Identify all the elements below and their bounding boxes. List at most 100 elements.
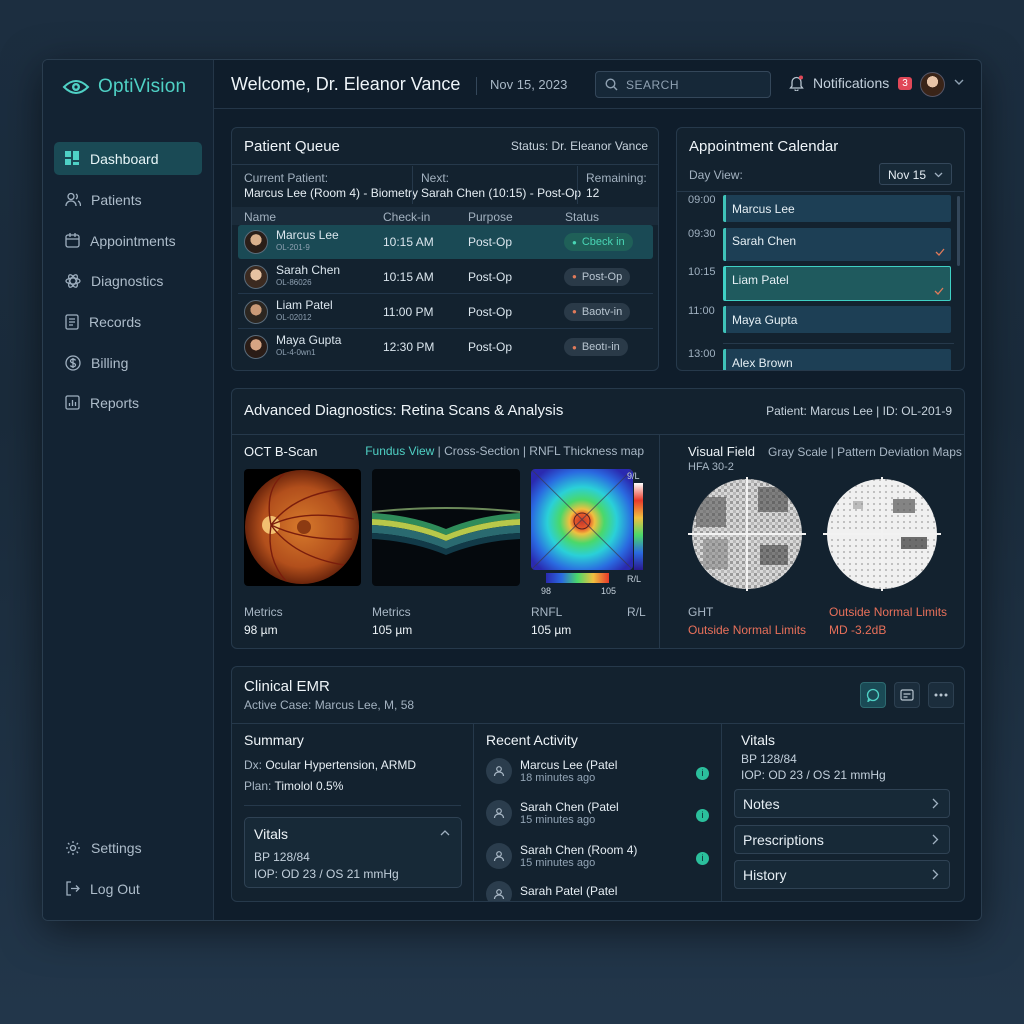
sidebar-item-label: Settings (91, 839, 142, 856)
app-logo[interactable]: OptiVision (62, 76, 186, 98)
day-select[interactable]: Nov 15 (879, 163, 952, 185)
sidebar-item-dashboard[interactable]: Dashboard (54, 142, 202, 175)
clinical-emr-panel: Clinical EMR Active Case: Marcus Lee, M,… (231, 666, 965, 902)
user-avatar[interactable] (920, 72, 945, 97)
current-patient-label: Current Patient: (244, 171, 329, 185)
colorbar-top-label: 9/L (627, 471, 640, 481)
chat-button[interactable] (860, 682, 886, 708)
purpose: Post-Op (468, 269, 513, 284)
pattern-deviation-map[interactable] (823, 477, 941, 591)
activity-item[interactable]: Sarah Patel (Patel (486, 881, 716, 901)
table-row[interactable]: Maya Gupta OL-4-0wn1 12:30 PM Post-Op ● B… (238, 330, 653, 364)
diagnostics-panel: Advanced Diagnostics: Retina Scans & Ana… (231, 388, 965, 649)
activity-item[interactable]: Marcus Lee (Patel 18 minutes ago (486, 758, 716, 784)
sidebar-item-diagnostics[interactable]: Diagnostics (54, 264, 202, 297)
sidebar-item-settings[interactable]: Settings (54, 831, 202, 864)
checkin-time: 10:15 AM (383, 235, 434, 249)
table-row[interactable]: Liam Patel OL-02012 11:00 PM Post-Op ● Ba… (238, 295, 653, 329)
tab-rnfl-map[interactable]: RNFL Thickness map (529, 444, 644, 458)
vitals-title-right: Vitals (741, 732, 775, 748)
info-icon[interactable]: i (696, 852, 709, 865)
info-icon[interactable]: i (696, 809, 709, 822)
status-badge[interactable]: ● Post-Op (564, 267, 631, 286)
column-header-name[interactable]: Name (244, 210, 276, 224)
colorbar-horizontal (546, 573, 609, 583)
colorbar-bottom-label: R/L (627, 574, 642, 584)
info-icon[interactable]: i (696, 767, 709, 780)
appointment-slot[interactable]: Maya Gupta (723, 306, 951, 333)
dashboard-icon (65, 151, 79, 165)
notifications-label: Notifications (813, 75, 890, 91)
link-label: Prescriptions (743, 831, 824, 848)
user-icon (486, 843, 512, 869)
user-icon (486, 800, 512, 826)
visual-field-grayscale[interactable] (688, 477, 806, 591)
metric-label: Metrics (244, 605, 283, 619)
cross-section-image[interactable] (372, 469, 520, 586)
search-input[interactable]: SEARCH (595, 71, 771, 98)
sidebar-item-billing[interactable]: Billing (54, 346, 202, 379)
status-badge[interactable]: ● Baotv-in (564, 302, 631, 321)
column-header-purpose[interactable]: Purpose (468, 210, 513, 224)
tab-fundus-view[interactable]: Fundus View (365, 444, 434, 458)
prescriptions-link[interactable]: Prescriptions (734, 825, 950, 854)
vitals-card[interactable]: Vitals BP 128/84 IOP: OD 23 / OS 21 mmHg (244, 817, 462, 888)
colorbar-vertical (634, 483, 643, 570)
dx-label: Dx: (244, 758, 262, 772)
sidebar-item-appointments[interactable]: Appointments (54, 224, 202, 257)
patient-queue-title: Patient Queue (244, 138, 340, 155)
atom-icon (65, 273, 81, 288)
more-button[interactable] (928, 682, 954, 708)
column-header-status[interactable]: Status (565, 210, 599, 224)
vitals-title: Vitals (254, 826, 288, 842)
status-badge[interactable]: ● Cbeck in (564, 233, 633, 251)
tab-cross-section[interactable]: Cross-Section (444, 444, 519, 458)
appointment-slot[interactable]: Marcus Lee (723, 195, 951, 222)
chevron-right-icon (932, 798, 939, 809)
appointment-slot[interactable]: Alex Brown (723, 349, 951, 370)
next-patient-label: Next: (421, 171, 450, 185)
status-badge[interactable]: ● Beotı-in (564, 338, 628, 356)
chevron-up-icon[interactable] (440, 830, 450, 836)
activity-item[interactable]: Sarah Chen (Patel 15 minutes ago (486, 800, 716, 826)
activity-item[interactable]: Sarah Chen (Room 4) 15 minutes ago (486, 843, 716, 869)
history-link[interactable]: History (734, 860, 950, 889)
fundus-image[interactable] (244, 469, 361, 586)
patient-id: OL-201-9 (276, 243, 310, 252)
vitals-iop-right: IOP: OD 23 / OS 21 mmHg (741, 768, 886, 782)
card-button[interactable] (894, 682, 920, 708)
notifications-button[interactable]: Notifications 3 (789, 75, 912, 91)
rnfl-thickness-map[interactable] (531, 469, 633, 570)
slot-time: 13:00 (688, 348, 716, 360)
queue-status: Status: Dr. Eleanor Vance (510, 139, 648, 153)
plan-label: Plan: (244, 779, 272, 793)
appointment-slot[interactable]: Liam Patel (723, 266, 951, 301)
purpose: Post-Op (468, 304, 513, 319)
appointment-calendar-panel: Appointment Calendar Day View: Nov 15 09… (676, 127, 965, 371)
appointment-slot[interactable]: Sarah Chen (723, 228, 951, 261)
sidebar: OptiVision Dashboard Patients Appointmen… (43, 60, 214, 920)
app-window: OptiVision Dashboard Patients Appointmen… (42, 59, 982, 921)
chevron-down-icon[interactable] (954, 79, 964, 86)
notes-link[interactable]: Notes (734, 789, 950, 818)
day-select-value: Nov 15 (888, 168, 927, 182)
metric-value: 105 µm (372, 623, 413, 637)
sidebar-item-reports[interactable]: Reports (54, 386, 202, 419)
summary-title: Summary (244, 732, 304, 748)
scrollbar[interactable] (957, 196, 960, 266)
ght-value: Outside Normal Limits (688, 623, 807, 637)
users-icon (65, 192, 81, 207)
id-card-icon (900, 689, 914, 701)
sidebar-item-records[interactable]: Records (54, 305, 202, 338)
table-row[interactable]: Marcus Lee OL-201-9 10:15 AM Post-Op ● Cb… (238, 225, 653, 259)
sidebar-item-patients[interactable]: Patients (54, 183, 202, 216)
vitals-iop: IOP: OD 23 / OS 21 mmHg (254, 867, 399, 881)
sidebar-item-logout[interactable]: Log Out (54, 872, 202, 905)
table-row[interactable]: Sarah Chen OL-86026 10:15 AM Post-Op ● Po… (238, 260, 653, 294)
status-text: Beotı-in (581, 341, 620, 353)
sidebar-item-label: Patients (91, 191, 142, 208)
visual-field-maps[interactable]: Gray Scale | Pattern Deviation Maps (768, 445, 962, 459)
vitals-links-section: Vitals BP 128/84 IOP: OD 23 / OS 21 mmHg… (722, 723, 964, 901)
column-header-checkin[interactable]: Check-in (383, 210, 430, 224)
status-text: Baotv-in (581, 305, 623, 318)
